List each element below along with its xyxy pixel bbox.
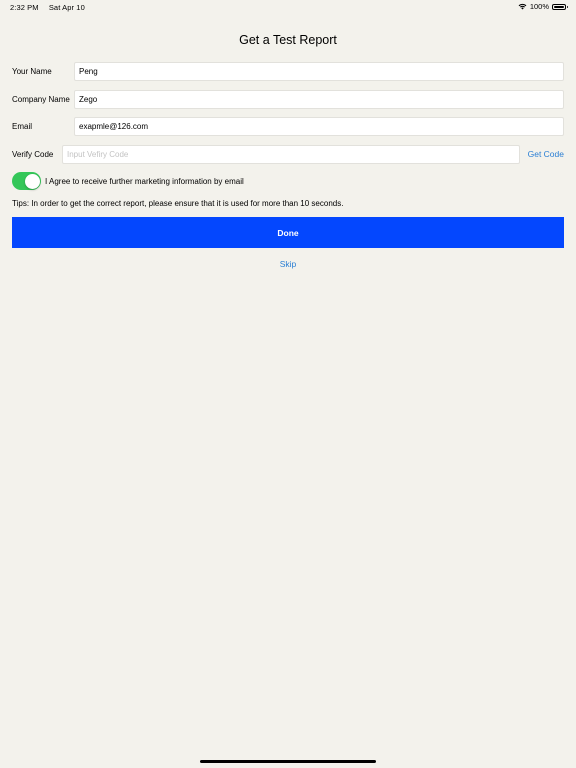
agree-text: I Agree to receive further marketing inf…: [45, 176, 244, 186]
company-input[interactable]: [74, 89, 564, 109]
name-label: Your Name: [12, 66, 52, 76]
status-right: 100%: [518, 2, 568, 11]
get-code-button[interactable]: Get Code: [526, 149, 564, 159]
email-label: Email: [12, 121, 33, 131]
company-label: Company Name: [12, 94, 70, 104]
email-row: Email: [12, 116, 564, 136]
status-date: Sat Apr 10: [48, 3, 85, 12]
tips-text: Tips: In order to get the correct report…: [12, 199, 344, 208]
page-title: Get a Test Report: [239, 33, 337, 47]
name-input[interactable]: [74, 61, 564, 81]
skip-link[interactable]: Skip: [0, 259, 576, 269]
status-time: 2:32 PM: [10, 3, 39, 12]
company-row: Company Name: [12, 89, 564, 109]
status-bar: 2:32 PM Sat Apr 10 100%: [0, 0, 576, 14]
battery-icon: [552, 3, 568, 10]
toggle-knob: [24, 173, 40, 189]
verify-code-input[interactable]: [62, 144, 520, 164]
status-left: 2:32 PM Sat Apr 10: [10, 3, 93, 12]
agree-row: I Agree to receive further marketing inf…: [12, 172, 244, 190]
done-button[interactable]: Done: [12, 217, 564, 248]
marketing-consent-toggle[interactable]: [12, 172, 41, 190]
battery-percent: 100%: [529, 2, 549, 11]
name-row: Your Name: [12, 61, 564, 81]
home-indicator: [200, 760, 376, 763]
wifi-icon: [518, 3, 527, 10]
verify-row: Verify Code Get Code: [12, 144, 564, 164]
email-input[interactable]: [74, 116, 564, 136]
